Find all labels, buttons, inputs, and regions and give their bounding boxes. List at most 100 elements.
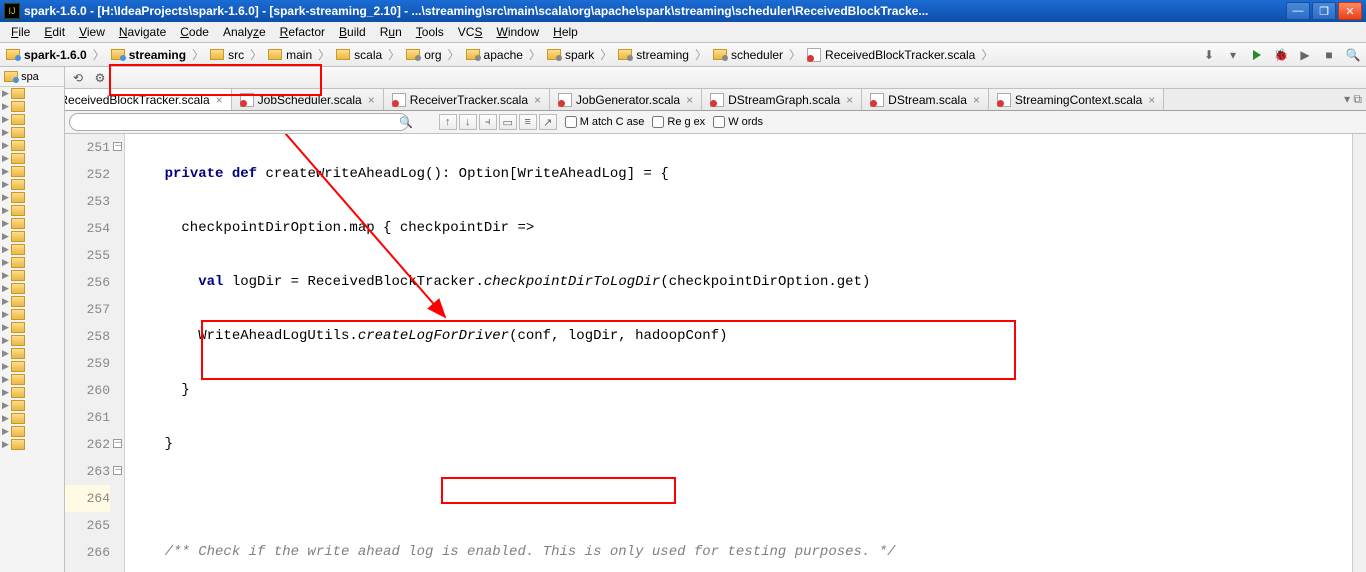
project-header[interactable]: spa — [0, 67, 64, 87]
editor-tab[interactable]: StreamingContext.scala× — [989, 89, 1164, 110]
menu-vcs[interactable]: VCS — [451, 23, 490, 41]
tree-node[interactable]: ▶ — [0, 269, 64, 282]
tree-node[interactable]: ▶ — [0, 347, 64, 360]
tree-node[interactable]: ▶ — [0, 399, 64, 412]
menu-file[interactable]: File — [4, 23, 37, 41]
line-number: 265 — [65, 512, 110, 539]
menu-code[interactable]: Code — [173, 23, 216, 41]
tree-node[interactable]: ▶ — [0, 139, 64, 152]
close-tab-icon[interactable]: × — [973, 93, 980, 107]
tree-node[interactable]: ▶ — [0, 152, 64, 165]
tree-node[interactable]: ▶ — [0, 126, 64, 139]
menu-refactor[interactable]: Refactor — [273, 23, 332, 41]
code-editor[interactable]: 251 252 253 254 255 256 257 258 259 260 … — [65, 134, 1366, 572]
breadcrumb-item[interactable]: spark-1.6.0〉 — [4, 46, 109, 63]
tree-node[interactable]: ▶ — [0, 217, 64, 230]
tree-node[interactable]: ▶ — [0, 256, 64, 269]
match-case-checkbox[interactable]: Match Case — [565, 116, 645, 128]
tree-node[interactable]: ▶ — [0, 438, 64, 451]
scala-file-icon — [710, 93, 724, 107]
fold-marker[interactable]: － — [113, 142, 122, 151]
tool-button[interactable]: ↗ — [539, 114, 557, 130]
editor-tab[interactable]: JobGenerator.scala× — [550, 89, 702, 110]
breadcrumb-item[interactable]: streaming〉 — [109, 46, 208, 63]
menu-tools[interactable]: Tools — [409, 23, 451, 41]
editor-tab[interactable]: ReceiverTracker.scala× — [384, 89, 550, 110]
close-tab-icon[interactable]: × — [368, 93, 375, 107]
project-tool-window[interactable]: spa ▶ ▶ ▶ ▶ ▶ ▶ ▶ ▶ ▶ ▶ ▶ ▶ ▶ ▶ ▶ ▶ ▶ ▶ … — [0, 67, 65, 572]
search-everywhere-button[interactable]: 🔍 — [1344, 46, 1362, 64]
toolbar-right: ⬇ ▾ 🐞 ▶ ■ 🔍 — [1200, 46, 1362, 64]
breadcrumb-item[interactable]: apache〉 — [464, 46, 545, 63]
tree-node[interactable]: ▶ — [0, 360, 64, 373]
tree-node[interactable]: ▶ — [0, 321, 64, 334]
close-tab-icon[interactable]: × — [216, 93, 223, 107]
close-tab-icon[interactable]: × — [1148, 93, 1155, 107]
tool-button[interactable]: ≡ — [519, 114, 537, 130]
breadcrumb-item[interactable]: streaming〉 — [616, 46, 711, 63]
menu-run[interactable]: Run — [373, 23, 409, 41]
editor-tab[interactable]: DStreamGraph.scala× — [702, 89, 862, 110]
tool-button[interactable]: ⫞ — [479, 114, 497, 130]
menu-build[interactable]: Build — [332, 23, 373, 41]
close-button[interactable]: ✕ — [1338, 2, 1362, 20]
tree-node[interactable]: ▶ — [0, 282, 64, 295]
editor-tab[interactable]: DStream.scala× — [862, 89, 989, 110]
close-tab-icon[interactable]: × — [846, 93, 853, 107]
next-match-button[interactable]: ↓ — [459, 114, 477, 130]
menu-help[interactable]: Help — [546, 23, 585, 41]
tree-node[interactable]: ▶ — [0, 243, 64, 256]
menu-window[interactable]: Window — [489, 23, 546, 41]
breadcrumb-item[interactable]: spark〉 — [545, 46, 616, 63]
coverage-button[interactable]: ▶ — [1296, 46, 1314, 64]
tree-node[interactable]: ▶ — [0, 113, 64, 126]
make-button[interactable]: ⬇ — [1200, 46, 1218, 64]
tree-node[interactable]: ▶ — [0, 308, 64, 321]
regex-checkbox[interactable]: Regex — [652, 116, 705, 128]
tree-node[interactable]: ▶ — [0, 412, 64, 425]
debug-button[interactable]: 🐞 — [1272, 46, 1290, 64]
tree-node[interactable]: ▶ — [0, 295, 64, 308]
tree-node[interactable]: ▶ — [0, 230, 64, 243]
tree-node[interactable]: ▶ — [0, 178, 64, 191]
close-tab-icon[interactable]: × — [686, 93, 693, 107]
breadcrumb-item[interactable]: scheduler〉 — [711, 46, 805, 63]
menu-navigate[interactable]: Navigate — [112, 23, 173, 41]
tool-button[interactable]: ⟲ — [70, 70, 86, 86]
close-tab-icon[interactable]: × — [534, 93, 541, 107]
menu-analyze[interactable]: Analyze — [216, 23, 273, 41]
tree-node[interactable]: ▶ — [0, 204, 64, 217]
run-button[interactable] — [1248, 46, 1266, 64]
tool-button[interactable]: ⚙ — [92, 70, 108, 86]
tool-button[interactable]: ▭ — [499, 114, 517, 130]
breadcrumb-item[interactable]: main〉 — [266, 46, 334, 63]
maximize-button[interactable]: ❐ — [1312, 2, 1336, 20]
editor-tab[interactable]: JobScheduler.scala× — [232, 89, 384, 110]
line-gutter[interactable]: 251 252 253 254 255 256 257 258 259 260 … — [65, 134, 125, 572]
breadcrumb-item[interactable]: scala〉 — [334, 46, 404, 63]
fold-marker[interactable]: － — [113, 439, 122, 448]
breadcrumb-item[interactable]: src〉 — [208, 46, 266, 63]
tree-node[interactable]: ▶ — [0, 334, 64, 347]
words-checkbox[interactable]: Words — [713, 116, 763, 128]
menu-edit[interactable]: Edit — [37, 23, 72, 41]
breadcrumb-item[interactable]: org〉 — [404, 46, 463, 63]
search-input[interactable] — [69, 113, 409, 131]
tree-node[interactable]: ▶ — [0, 373, 64, 386]
tree-node[interactable]: ▶ — [0, 100, 64, 113]
prev-match-button[interactable]: ↑ — [439, 114, 457, 130]
menu-view[interactable]: View — [72, 23, 112, 41]
fold-marker[interactable]: － — [113, 466, 122, 475]
config-dropdown[interactable]: ▾ — [1224, 46, 1242, 64]
code-area[interactable]: private def createWriteAheadLog(): Optio… — [125, 134, 1352, 572]
tree-node[interactable]: ▶ — [0, 87, 64, 100]
tree-node[interactable]: ▶ — [0, 165, 64, 178]
tree-node[interactable]: ▶ — [0, 425, 64, 438]
tree-node[interactable]: ▶ — [0, 191, 64, 204]
stop-button[interactable]: ■ — [1320, 46, 1338, 64]
tabs-overflow[interactable]: ▾ ⧉ — [1340, 89, 1366, 110]
minimize-button[interactable]: — — [1286, 2, 1310, 20]
breadcrumb-item[interactable]: ReceivedBlockTracker.scala〉 — [805, 46, 997, 63]
tree-node[interactable]: ▶ — [0, 386, 64, 399]
error-stripe[interactable] — [1352, 134, 1366, 572]
